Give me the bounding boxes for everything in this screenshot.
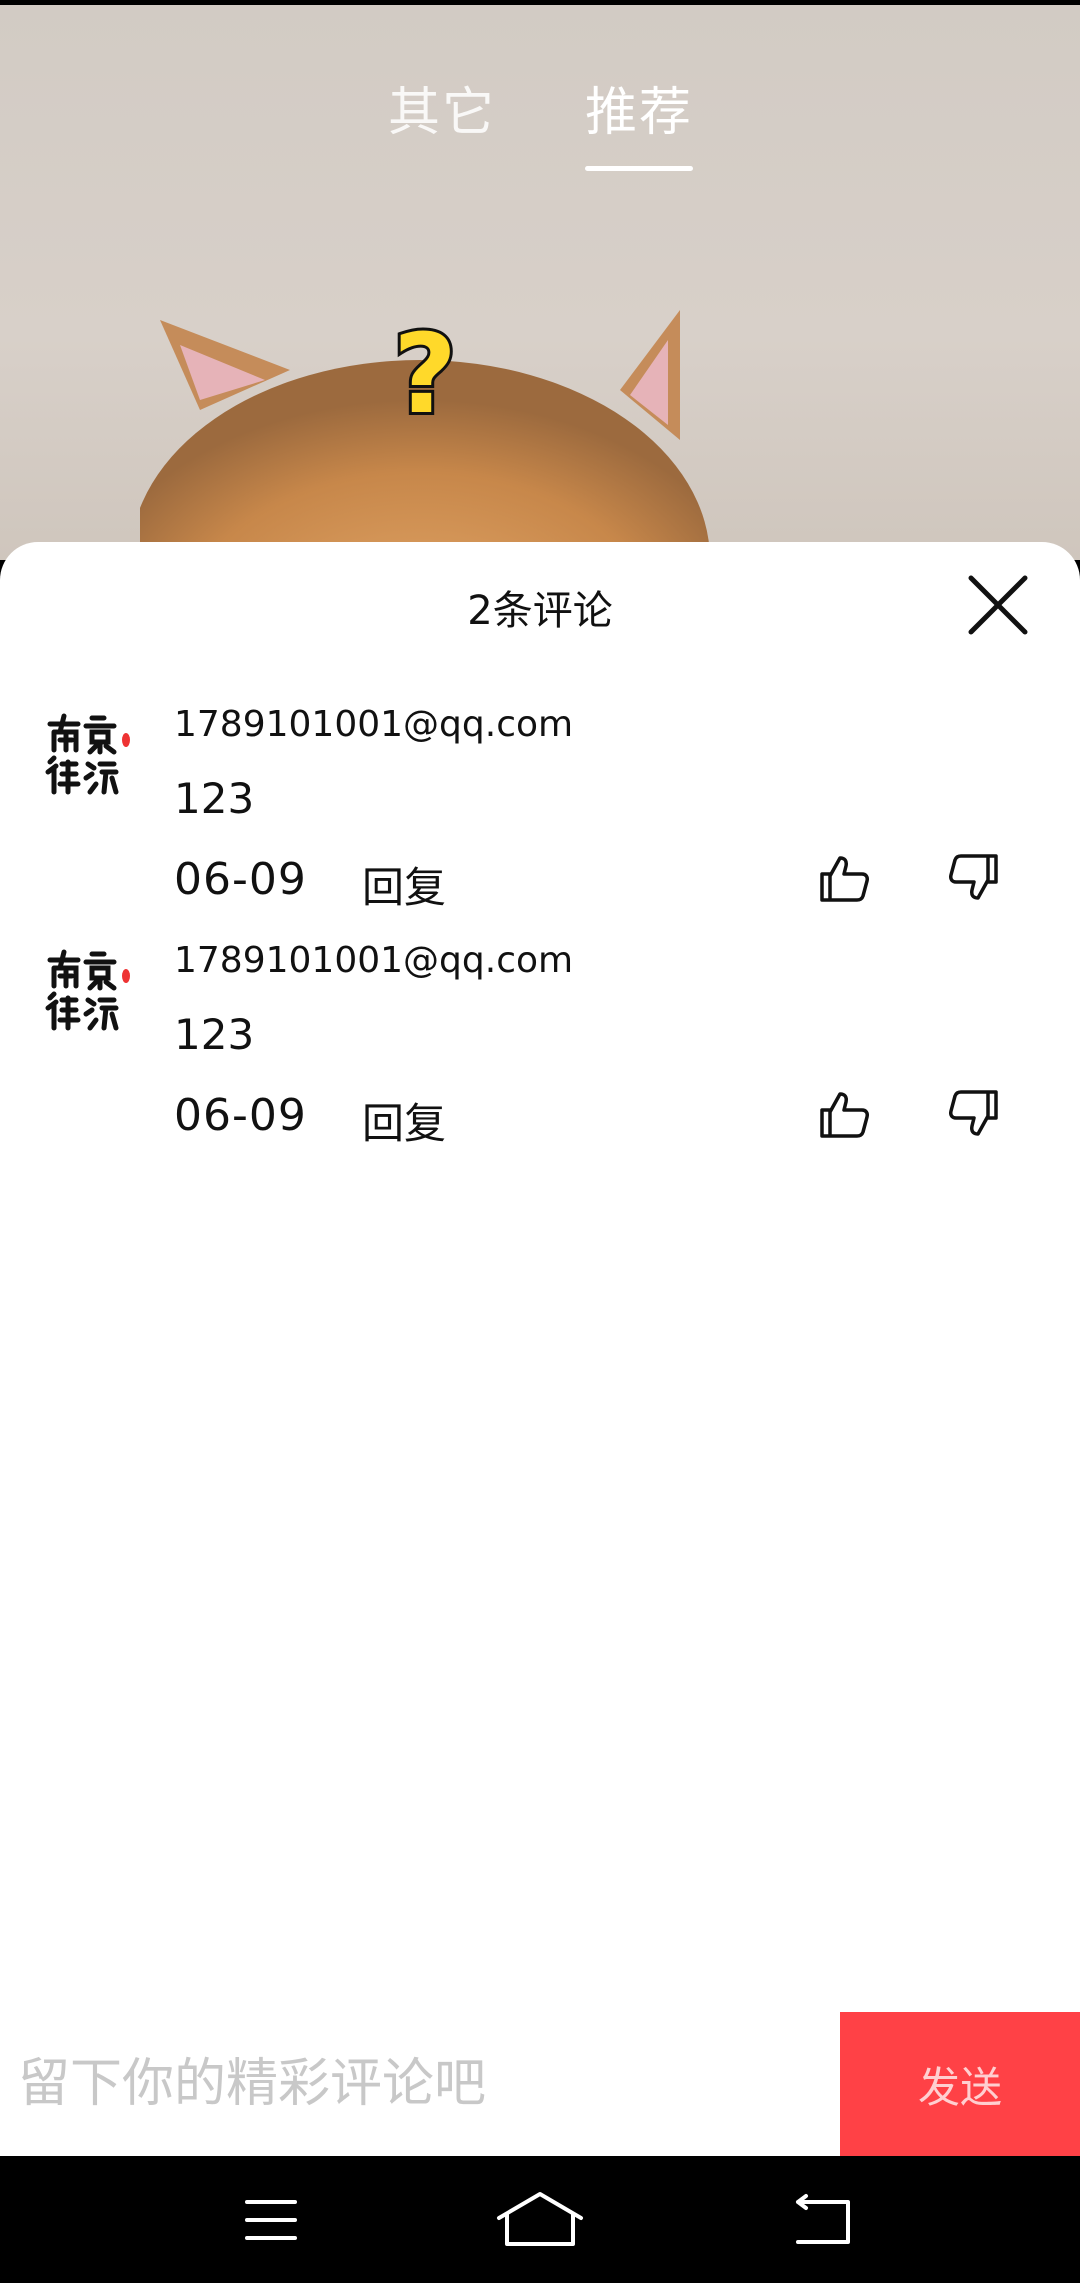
thumbs-down-icon[interactable] — [948, 1088, 1000, 1140]
home-icon[interactable] — [485, 2188, 595, 2252]
thumbs-up-icon[interactable] — [818, 1088, 870, 1140]
video-player[interactable]: 其它 推荐 ? — [0, 0, 1080, 560]
send-button[interactable]: 发送 — [840, 2012, 1080, 2156]
question-mark-sticker: ? — [390, 307, 460, 441]
system-nav-bar — [0, 2156, 1080, 2283]
comment-text: 123 — [174, 774, 255, 823]
thumbs-up-icon[interactable] — [818, 852, 870, 904]
tab-recommended[interactable]: 推荐 — [585, 70, 693, 145]
avatar[interactable] — [44, 712, 136, 796]
comment-username[interactable]: 1789101001@qq.com — [174, 940, 573, 981]
comments-count-title: 2条评论 — [467, 588, 613, 634]
comment-date: 06-09 — [174, 854, 307, 905]
close-icon[interactable] — [963, 570, 1033, 640]
video-tabs: 其它 推荐 — [0, 70, 1080, 180]
status-strip — [0, 0, 1080, 5]
cat-video-frame: ? — [140, 307, 710, 560]
menu-icon[interactable] — [215, 2188, 325, 2252]
comment-text: 123 — [174, 1010, 255, 1059]
reply-button[interactable]: 回复 — [362, 854, 446, 915]
comment-input-bar: 发送 — [0, 2012, 1080, 2156]
comment-item: 1789101001@qq.com 123 06-09 回复 — [0, 940, 1080, 1170]
comment-input[interactable] — [0, 2012, 840, 2156]
comment-item: 1789101001@qq.com 123 06-09 回复 — [0, 704, 1080, 934]
reply-button[interactable]: 回复 — [362, 1090, 446, 1151]
back-icon[interactable] — [768, 2188, 878, 2252]
thumbs-down-icon[interactable] — [948, 852, 1000, 904]
comments-sheet: 2条评论 1789101001@qq.com 123 06-09 回复 1789… — [0, 542, 1080, 2156]
tab-other[interactable]: 其它 — [388, 70, 496, 145]
active-tab-indicator — [585, 166, 693, 171]
avatar[interactable] — [44, 948, 136, 1032]
svg-text:?: ? — [393, 310, 457, 438]
comment-date: 06-09 — [174, 1090, 307, 1141]
comment-username[interactable]: 1789101001@qq.com — [174, 704, 573, 745]
